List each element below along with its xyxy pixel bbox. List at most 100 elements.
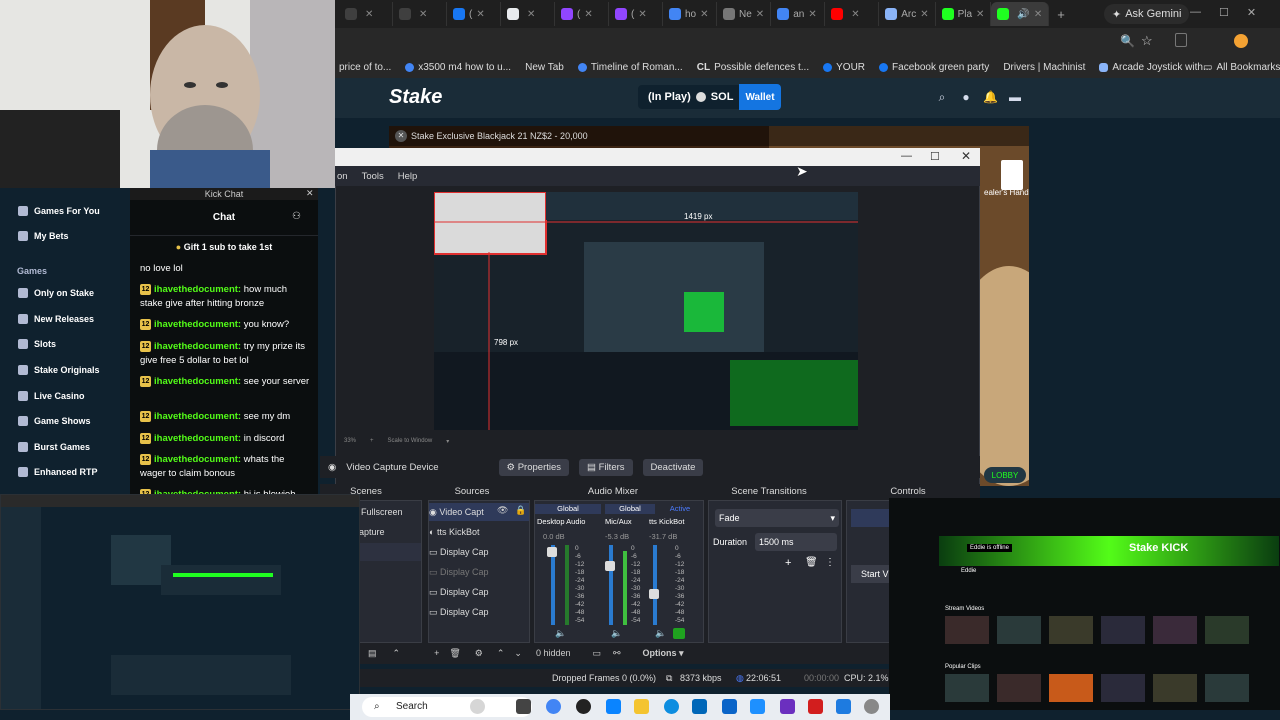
speaker-icon[interactable]: 🔈 (555, 628, 566, 639)
volume-slider[interactable] (653, 545, 657, 625)
bookmark-item[interactable]: Drivers | Machinist (1003, 62, 1085, 73)
browser-tab[interactable]: Ne ✕ (717, 2, 772, 26)
volume-slider[interactable] (551, 545, 555, 625)
lobby-button[interactable]: LOBBY (984, 467, 1026, 483)
edge-icon[interactable] (664, 699, 679, 714)
all-bookmarks-button[interactable]: ▭ All Bookmarks (1203, 62, 1280, 73)
browser-tab[interactable]: ✕ (825, 2, 880, 26)
sidebar-item-new-releases[interactable]: New Releases (18, 314, 94, 324)
settings-icon[interactable] (864, 699, 879, 714)
bookmark-star-icon[interactable]: ☆ (1141, 33, 1153, 49)
gift-sub-bar[interactable]: ● Gift 1 sub to take 1st (130, 238, 318, 256)
close-tab-icon[interactable]: ✕ (365, 9, 373, 20)
trash-icon[interactable]: 🗑 (449, 648, 460, 659)
profile-avatar[interactable] (1234, 34, 1248, 48)
source-item[interactable]: ▭ Display Cap (429, 583, 489, 601)
menu-item-tools[interactable]: Tools (362, 171, 384, 182)
sidebar-item-burst-games[interactable]: Burst Games (18, 442, 90, 452)
bookmark-item[interactable]: price of to... (339, 62, 391, 73)
mail-icon[interactable] (722, 699, 737, 714)
gear-icon[interactable]: ⚙ (475, 648, 483, 659)
volume-knob[interactable] (547, 547, 557, 557)
stake-logo[interactable]: Stake (389, 86, 442, 109)
store-icon[interactable] (692, 699, 707, 714)
speaker-icon[interactable]: 🔈 (655, 628, 666, 639)
scene-item[interactable]: Fullscreen (361, 503, 403, 521)
sidebar-item-stake-originals[interactable]: Stake Originals (18, 365, 100, 375)
browser-tab[interactable]: ✕ (339, 2, 393, 26)
users-icon[interactable]: ⚇ (292, 211, 301, 222)
chat-icon[interactable]: ▬ (1008, 90, 1022, 104)
close-tab-icon[interactable]: ✕ (756, 9, 764, 20)
browser-tab[interactable]: (✕ (609, 2, 663, 26)
browser-tab[interactable]: an ✕ (771, 2, 826, 26)
window-thumbnail-kick[interactable]: Stake KICK Eddie is offline Eddie Stream… (889, 498, 1280, 710)
add-icon[interactable]: + (785, 557, 791, 569)
minimize-icon[interactable]: — (1190, 6, 1201, 22)
close-tab-icon[interactable]: ✕ (920, 9, 928, 20)
browser-tab[interactable]: ✕ (393, 2, 447, 26)
bookmark-item[interactable]: Facebook green party (879, 62, 989, 73)
close-tab-icon[interactable]: ✕ (584, 9, 592, 20)
user-icon[interactable]: ● (959, 90, 973, 104)
mixer-layout-icon[interactable]: ▭ (592, 648, 601, 659)
menu-item-help[interactable]: Help (398, 171, 418, 182)
bookmark-item[interactable]: Arcade Joystick with... (1099, 62, 1211, 73)
source-item-hidden[interactable]: ▭ Display Cap (429, 563, 489, 581)
chat-username[interactable]: ihavethedocument: (154, 376, 241, 387)
start-streaming-button[interactable] (851, 509, 889, 527)
browser-tab[interactable]: ✕ (501, 2, 555, 26)
duration-input[interactable]: 1500 ms (755, 533, 837, 551)
close-tab-icon[interactable]: ✕ (976, 9, 984, 20)
chat-username[interactable]: ihavethedocument: (154, 454, 241, 465)
search-icon[interactable]: ⌕ (935, 90, 949, 104)
chat-username[interactable]: ihavethedocument: (154, 341, 241, 352)
volume-knob[interactable] (649, 589, 659, 599)
properties-button[interactable]: ⚙ Properties (498, 458, 570, 476)
bookmark-item[interactable]: Timeline of Roman... (577, 62, 683, 73)
filter-icon[interactable]: ▤ (368, 648, 377, 659)
extensions-icon[interactable] (1175, 33, 1187, 47)
transition-select[interactable]: Fade ▾ (715, 509, 839, 527)
bookmark-item[interactable]: CL Possible defences t... (697, 62, 809, 73)
lock-icon[interactable]: 🔒 (515, 505, 526, 516)
sidebar-item-games-for-you[interactable]: Games For You (18, 206, 100, 216)
close-icon[interactable]: ✕ (1247, 6, 1256, 22)
file-explorer-icon[interactable] (634, 699, 649, 714)
close-tab-icon[interactable]: ✕ (1034, 9, 1042, 20)
options-button[interactable]: Options ▾ (643, 648, 684, 659)
close-chat-icon[interactable]: ✕ (306, 188, 314, 199)
chat-username[interactable]: ihavethedocument: (154, 284, 241, 295)
monitor-icon[interactable] (673, 628, 685, 639)
sidebar-item-game-shows[interactable]: Game Shows (18, 416, 91, 426)
browser-tab[interactable]: Arc ✕ (879, 2, 936, 26)
bell-icon[interactable]: 🔔 (983, 90, 998, 104)
more-icon[interactable]: ⋮ (825, 557, 835, 568)
close-tab-icon[interactable]: ✕ (700, 9, 708, 20)
move-up-icon[interactable]: ⌃ (497, 648, 505, 659)
browser-tab[interactable]: (✕ (555, 2, 609, 26)
bookmark-item[interactable]: YOUR (823, 62, 865, 73)
scene-item-selected[interactable] (359, 543, 421, 561)
photos-icon[interactable] (606, 699, 621, 714)
sidebar-item-live-casino[interactable]: Live Casino (18, 391, 85, 401)
chevron-down-icon[interactable]: ▾ (446, 438, 449, 448)
obs-preview-canvas[interactable]: 1419 px 798 px (434, 192, 858, 430)
close-tab-icon[interactable]: ✕ (476, 9, 484, 20)
obs-icon[interactable] (576, 699, 591, 714)
app-icon[interactable] (836, 699, 851, 714)
deactivate-button[interactable]: Deactivate (642, 458, 704, 476)
browser-tab[interactable]: Pla ✕ (936, 2, 992, 26)
start-virtual-camera-button[interactable]: Start V (851, 565, 889, 583)
scene-item[interactable]: apture (359, 523, 385, 541)
zoom-icon[interactable]: 🔍 (1120, 34, 1135, 48)
volume-slider[interactable] (609, 545, 613, 625)
eye-icon[interactable]: 👁 (497, 505, 508, 516)
move-down-icon[interactable]: ⌄ (514, 648, 522, 659)
source-item[interactable]: ▭ Display Cap (429, 543, 489, 561)
menu-item[interactable]: on (337, 171, 348, 182)
chat-username[interactable]: ihavethedocument: (154, 319, 241, 330)
chat-username[interactable]: ihavethedocument: (154, 411, 241, 422)
app-icon[interactable] (750, 699, 765, 714)
link-icon[interactable]: ⚯ (613, 648, 621, 659)
